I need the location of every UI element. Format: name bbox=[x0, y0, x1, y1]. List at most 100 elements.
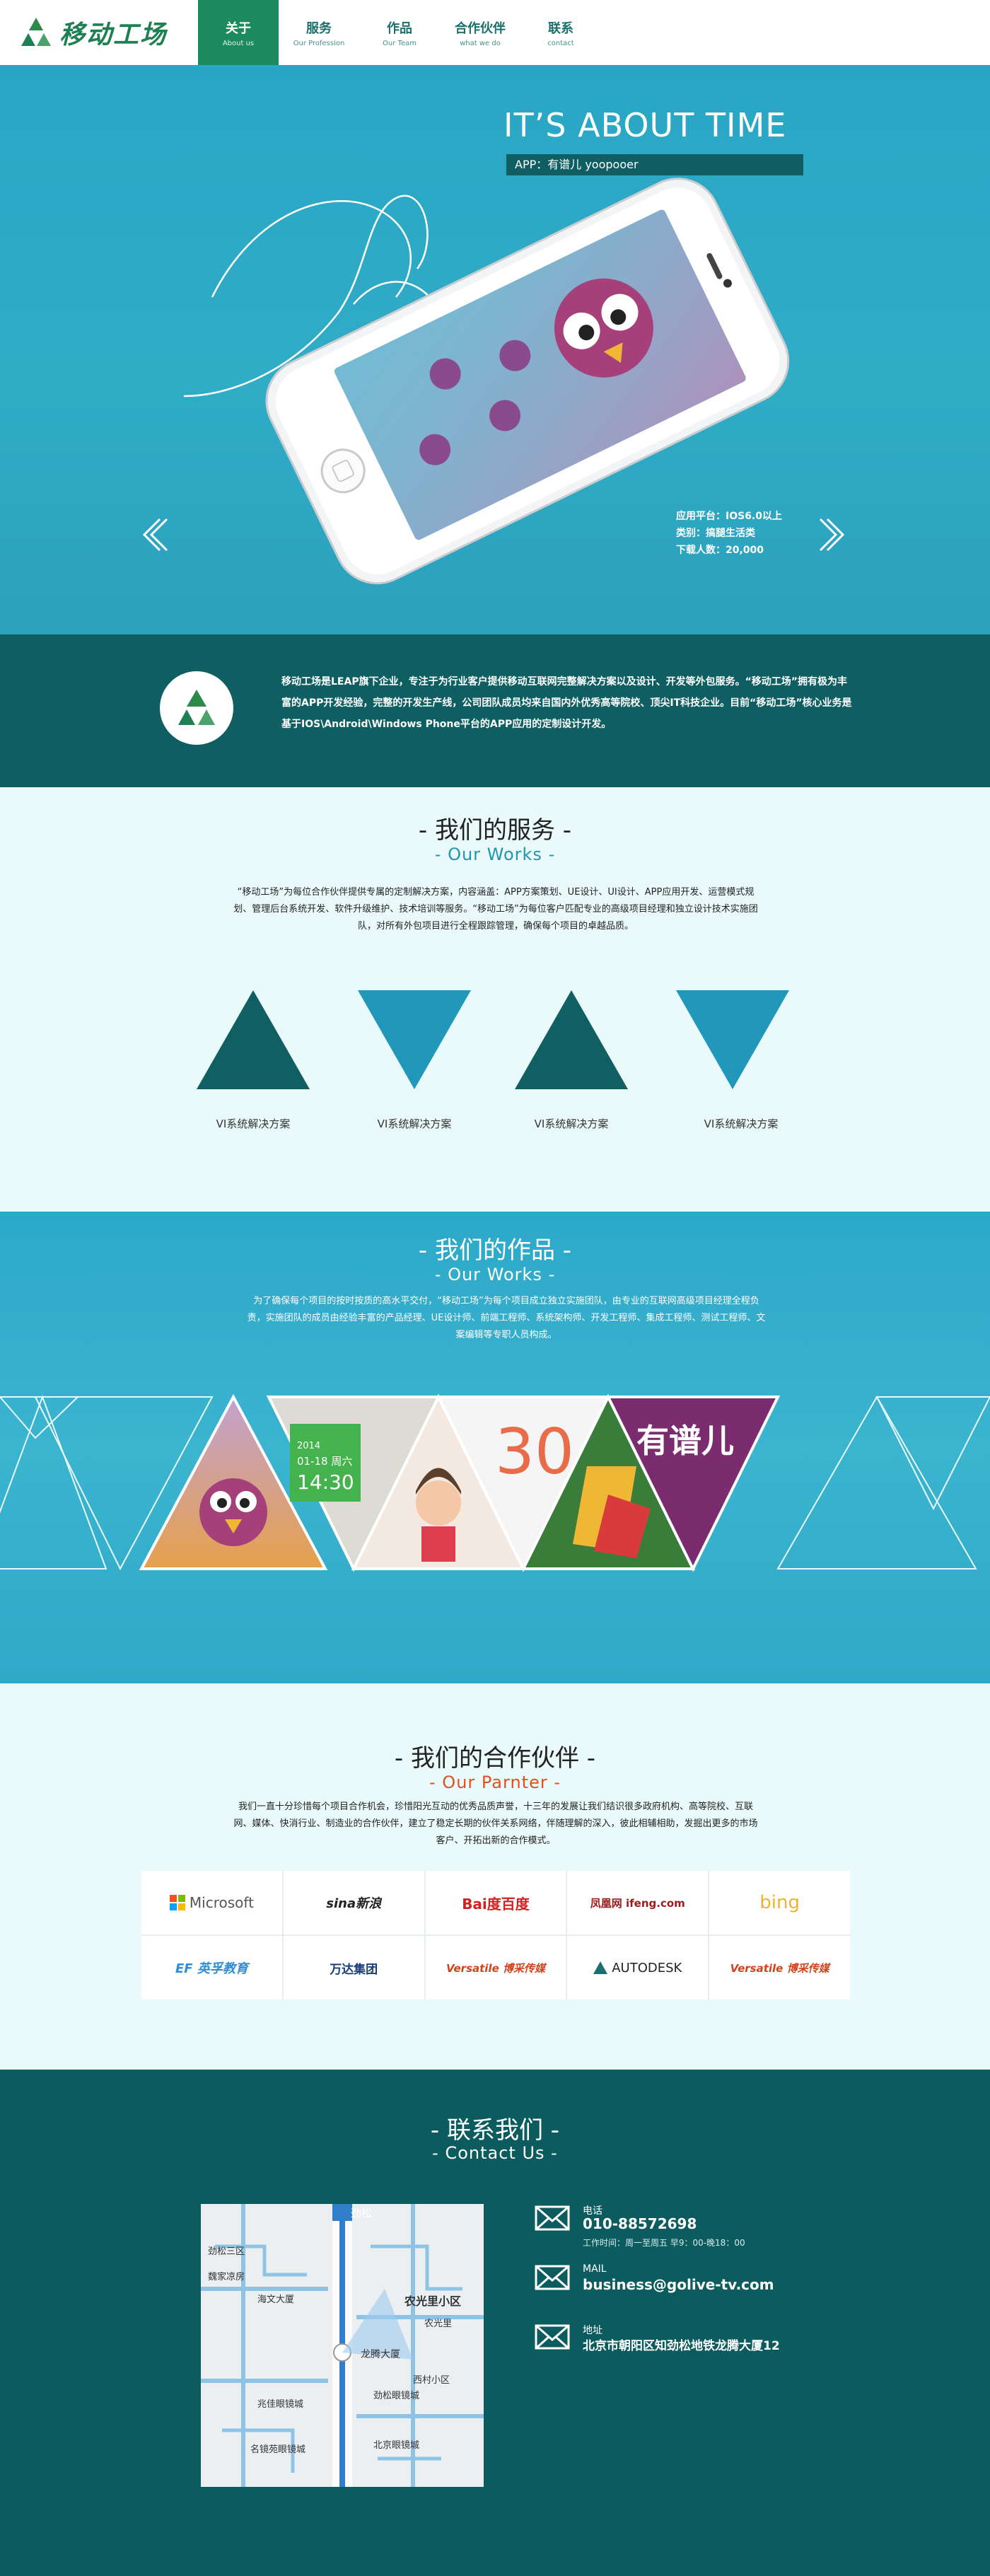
top-navigation: 移动工场 关于 About us 服务 Our Profession 作品 Ou… bbox=[0, 0, 990, 65]
contact-subtitle: - Contact Us - bbox=[432, 2143, 558, 2163]
contact-title: - 联系我们 - bbox=[430, 2116, 560, 2145]
address-value: 北京市朝阳区知劲松地铁龙腾大厦12 bbox=[583, 2339, 780, 2353]
partner-logo-grid: Microsoft sina新浪 Bai度百度 凤凰网 ifeng.com bi… bbox=[141, 1871, 850, 2000]
partner-wanda[interactable]: 万达集团 bbox=[283, 1936, 424, 2000]
partners-subtitle-text: Our Parnter bbox=[442, 1773, 548, 1792]
service-item-4[interactable] bbox=[676, 990, 789, 1132]
logo-mark-icon bbox=[18, 15, 54, 50]
address-label: 地址 bbox=[583, 2325, 602, 2336]
app-specs: 应用平台：IOS6.0以上 类别：搞腿生活类 下载人数：20,000 bbox=[676, 508, 782, 559]
location-map[interactable]: 劲松 劲松三区 魏家凉房 海文大厦 农光里小区 农光里 龙腾大厦 西村小区 劲松… bbox=[201, 2204, 484, 2487]
autodesk-logo-icon bbox=[593, 1961, 608, 1974]
nav-works[interactable]: 作品 Our Team bbox=[359, 0, 440, 65]
services-title: - 我们的服务 - bbox=[418, 816, 572, 845]
map-label-longteng: 龙腾大厦 bbox=[361, 2349, 400, 2360]
map-label-mingjingyuan: 名镜苑眼镜城 bbox=[250, 2444, 306, 2455]
hero-banner: IT’S ABOUT TIME APP：有谱儿 yoopooer 应用平台：IO… bbox=[0, 0, 990, 634]
microsoft-logo-icon bbox=[169, 1895, 185, 1910]
partners-subtitle: - Our Parnter - bbox=[429, 1773, 561, 1792]
partner-versatile-1[interactable]: Versatile 博采传媒 bbox=[425, 1936, 566, 2000]
works-title-text: 我们的作品 bbox=[435, 1236, 555, 1265]
works-description: 为了确保每个项目的按时按质的高水平交付，“移动工场”为每个项目成立独立实施团队，… bbox=[247, 1296, 766, 1340]
nav-works-sublabel: Our Team bbox=[383, 39, 417, 47]
map-label-zhaojia-glasses: 兆佳眼镜城 bbox=[257, 2399, 304, 2410]
map-label-weijia: 魏家凉房 bbox=[208, 2272, 245, 2282]
nav-contact[interactable]: 联系 contact bbox=[520, 0, 601, 65]
mail-envelope-icon bbox=[535, 2205, 570, 2231]
map-label-nongguangli: 农光里 bbox=[424, 2319, 453, 2329]
nav-services-sublabel: Our Profession bbox=[293, 39, 345, 47]
partners-description: 我们一直十分珍惜每个项目合作机会，珍惜阳光互动的优秀品质声誉，十三年的发展让我们… bbox=[233, 1802, 758, 1846]
nav-partners-label: 合作伙伴 bbox=[455, 21, 506, 36]
map-label-nongguangli-xiaoqu: 农光里小区 bbox=[404, 2294, 462, 2308]
partners-title-text: 我们的合作伙伴 bbox=[411, 1744, 579, 1773]
works-subtitle-text: Our Works bbox=[448, 1265, 542, 1284]
service-item-1[interactable] bbox=[197, 990, 310, 1132]
hero-subtitle: APP：有谱儿 yoopooer bbox=[506, 154, 803, 175]
mail-envelope-icon bbox=[535, 2265, 570, 2290]
spec-downloads: 下载人数：20,000 bbox=[676, 545, 764, 556]
service-label-2: VI系统解决方案 bbox=[377, 1118, 452, 1130]
triangle-up-icon bbox=[197, 990, 310, 1089]
partner-baidu[interactable]: Bai度百度 bbox=[425, 1871, 566, 1934]
nav-about-sublabel: About us bbox=[222, 39, 255, 47]
mail-value[interactable]: business@golive-tv.com bbox=[583, 2276, 774, 2293]
company-intro: 移动工场是LEAP旗下企业，专注于为行业客户提供移动互联网完整解决方案以及设计、… bbox=[0, 634, 990, 787]
nav-contact-sublabel: contact bbox=[547, 39, 574, 47]
services-description: “移动工场”为每位合作伙伴提供专属的定制解决方案，内容涵盖：APP方案策划、UE… bbox=[233, 887, 758, 932]
partner-sina[interactable]: sina新浪 bbox=[283, 1871, 424, 1934]
partner-ef-text: EF 英孚教育 bbox=[175, 1961, 248, 1976]
chevron-left-icon bbox=[142, 518, 168, 552]
services-subtitle-text: Our Works bbox=[448, 845, 542, 864]
phone-value[interactable]: 010-88572698 bbox=[583, 2215, 697, 2232]
nav-about-label: 关于 bbox=[226, 21, 251, 36]
works-subtitle: - Our Works - bbox=[434, 1265, 556, 1284]
services-title-text: 我们的服务 bbox=[435, 816, 555, 845]
map-label-jinsong: 劲松 bbox=[351, 2207, 373, 2220]
mail-label: MAIL bbox=[583, 2263, 607, 2275]
calendar-time: 14:30 bbox=[297, 1470, 354, 1494]
spec-platform: 应用平台：IOS6.0以上 bbox=[676, 511, 782, 522]
nav-services-label: 服务 bbox=[306, 21, 332, 36]
partners-title: - 我们的合作伙伴 - bbox=[394, 1744, 596, 1773]
map-label-beijing-glasses: 北京眼镜城 bbox=[373, 2440, 420, 2451]
map-label-haiwen: 海文大厦 bbox=[257, 2294, 295, 2305]
service-item-3[interactable] bbox=[515, 990, 628, 1132]
chevron-right-icon bbox=[819, 518, 845, 552]
carousel-next-button[interactable] bbox=[817, 516, 849, 553]
works-title: - 我们的作品 - bbox=[418, 1236, 572, 1265]
mail-envelope-icon bbox=[535, 2324, 570, 2350]
service-label-1: VI系统解决方案 bbox=[216, 1118, 291, 1130]
map-label-xicun: 西村小区 bbox=[413, 2375, 450, 2386]
partner-versatile-2[interactable]: Versatile 博采传媒 bbox=[709, 1936, 850, 2000]
nav-contact-label: 联系 bbox=[548, 21, 573, 36]
nav-partners[interactable]: 合作伙伴 what we do bbox=[440, 0, 520, 65]
partner-bing[interactable]: bing bbox=[709, 1871, 850, 1934]
partner-autodesk[interactable]: AUTODESK bbox=[567, 1936, 709, 2000]
partner-microsoft[interactable]: Microsoft bbox=[141, 1871, 282, 1934]
triangle-down-icon bbox=[358, 990, 471, 1089]
site-logo[interactable]: 移动工场 bbox=[0, 0, 198, 65]
logo-text: 移动工场 bbox=[59, 21, 168, 50]
partner-autodesk-text: AUTODESK bbox=[612, 1960, 682, 1975]
carousel-prev-button[interactable] bbox=[139, 516, 170, 553]
calendar-date: 01-18 周六 bbox=[297, 1455, 352, 1468]
partner-microsoft-text: Microsoft bbox=[189, 1894, 254, 1911]
work-hours: 工作时间：周一至周五 早9：00-晚18：00 bbox=[583, 2238, 745, 2248]
contact-title-text: 联系我们 bbox=[447, 2116, 543, 2145]
nav-partners-sublabel: what we do bbox=[460, 39, 501, 47]
services-subtitle: - Our Works - bbox=[434, 845, 556, 864]
map-label-jinsong-3: 劲松三区 bbox=[208, 2246, 245, 2257]
spec-category: 类别：搞腿生活类 bbox=[676, 528, 755, 539]
partner-ef[interactable]: EF 英孚教育 bbox=[141, 1936, 282, 2000]
contact-subtitle-text: Contact Us bbox=[445, 2143, 545, 2163]
triangle-up-icon bbox=[515, 990, 628, 1089]
nav-services[interactable]: 服务 Our Profession bbox=[279, 0, 359, 65]
partner-wanda-text: 万达集团 bbox=[330, 1962, 378, 1977]
nav-about[interactable]: 关于 About us bbox=[198, 0, 279, 65]
partner-baidu-text: Bai度百度 bbox=[462, 1895, 530, 1913]
partner-sina-text: sina新浪 bbox=[326, 1896, 382, 1911]
partner-versatile-text: Versatile 博采传媒 bbox=[446, 1961, 545, 1975]
partner-ifeng[interactable]: 凤凰网 ifeng.com bbox=[567, 1871, 709, 1934]
service-item-2[interactable] bbox=[358, 990, 471, 1132]
